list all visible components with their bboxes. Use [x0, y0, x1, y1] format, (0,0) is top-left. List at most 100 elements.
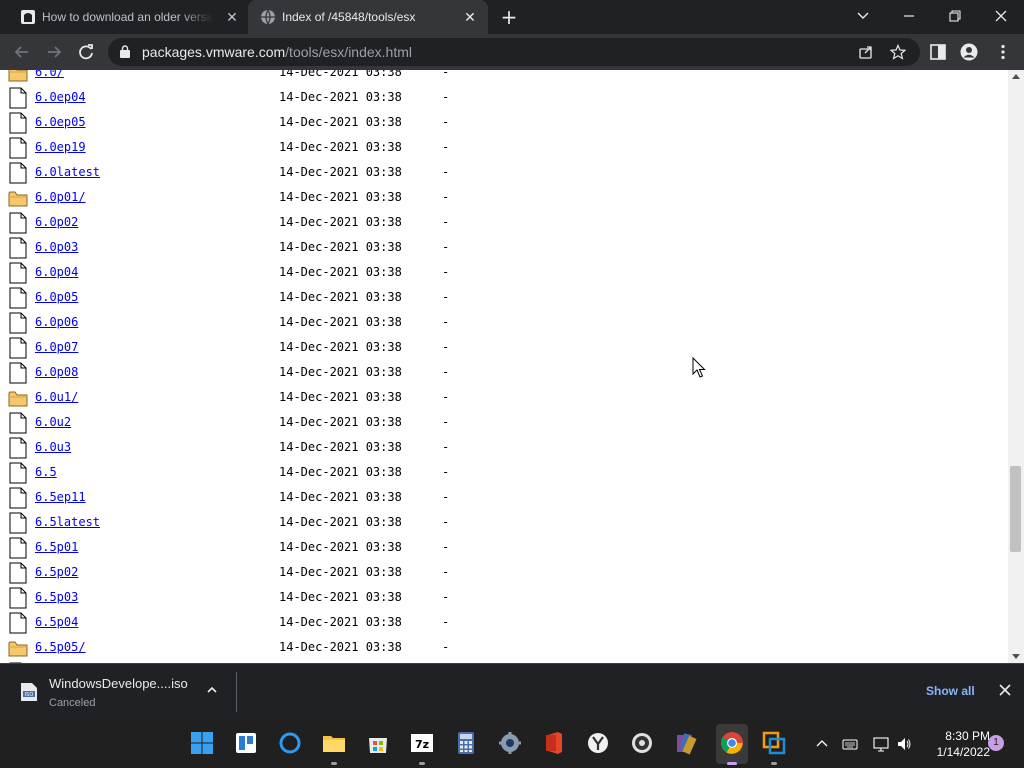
close-tab-icon[interactable]: ✕ — [462, 9, 478, 25]
entry-link[interactable]: 6.0p07 — [35, 340, 78, 354]
file-icon — [9, 87, 27, 109]
profile-icon[interactable] — [960, 43, 978, 61]
obs-button[interactable] — [627, 728, 657, 758]
notification-badge[interactable]: 1 — [988, 735, 1004, 751]
entry-link[interactable]: 6.0p08 — [35, 365, 78, 379]
entry-size: - — [442, 90, 450, 104]
entry-link[interactable]: 6.0ep04 — [35, 90, 86, 104]
forward-icon[interactable] — [43, 41, 65, 63]
scroll-thumb[interactable] — [1010, 466, 1021, 552]
cortana-button[interactable] — [275, 728, 305, 758]
entry-link[interactable]: 6.0ep19 — [35, 140, 86, 154]
lock-icon[interactable] — [120, 45, 130, 58]
entry-link[interactable]: 6.5p04 — [35, 615, 78, 629]
file-explorer-button[interactable] — [319, 728, 349, 758]
start-button[interactable] — [187, 728, 217, 758]
entry-link[interactable]: 6.0p04 — [35, 265, 78, 279]
tab-index-of[interactable]: Index of /45848/tools/esx ✕ — [248, 0, 488, 34]
entry-size: - — [442, 515, 450, 529]
entry-date: 14-Dec-2021 03:38 — [279, 165, 402, 179]
chevron-up-icon[interactable] — [206, 684, 218, 696]
entry-link[interactable]: 6.0p06 — [35, 315, 78, 329]
entry-link[interactable]: 6.5ep11 — [35, 490, 86, 504]
page-content: 6.0/14-Dec-2021 03:38 - 6.0ep04 14-Dec-2021… — [0, 70, 1008, 663]
entry-size: - — [442, 240, 450, 254]
close-window-icon[interactable] — [989, 6, 1013, 26]
menu-icon[interactable] — [994, 43, 1012, 61]
entry-link[interactable]: 6.5p03 — [35, 590, 78, 604]
restore-icon[interactable] — [943, 6, 967, 26]
tab-how-to-download[interactable]: How to download an older version ✕ — [8, 0, 248, 34]
entry-link[interactable]: 6.0u1/ — [35, 390, 78, 404]
reload-icon[interactable] — [75, 41, 97, 63]
network-icon[interactable] — [873, 736, 889, 752]
browser-toolbar: packages.vmware.com/tools/esx/index.html — [0, 34, 1024, 70]
address-bar[interactable]: packages.vmware.com/tools/esx/index.html — [108, 38, 920, 66]
entry-date: 14-Dec-2021 03:38 — [279, 540, 402, 554]
entry-date: 14-Dec-2021 03:38 — [279, 340, 402, 354]
entry-link[interactable]: 6.0u2 — [35, 415, 71, 429]
listing-row: 6.0p03 14-Dec-2021 03:38 - — [0, 236, 1008, 261]
entry-link[interactable]: 6.0ep05 — [35, 115, 86, 129]
tab-strip: How to download an older version ✕ Index… — [0, 0, 1024, 34]
download-item[interactable]: ISO WindowsDevelope....iso Canceled — [8, 670, 230, 714]
listing-row: 6.0ep19 14-Dec-2021 03:38 - — [0, 136, 1008, 161]
file-icon — [9, 162, 27, 184]
scroll-up-icon[interactable] — [1012, 74, 1020, 79]
entry-link[interactable]: 6.0p05 — [35, 290, 78, 304]
vmware-button[interactable] — [759, 728, 789, 758]
7zip-button[interactable]: 7z — [407, 728, 437, 758]
chrome-button[interactable] — [717, 728, 747, 758]
entry-link[interactable]: 6.0u3 — [35, 440, 71, 454]
file-icon — [9, 587, 27, 609]
winrar-button[interactable] — [671, 728, 701, 758]
task-view-button[interactable] — [231, 728, 261, 758]
entry-size: - — [442, 540, 450, 554]
calculator-button[interactable] — [451, 728, 481, 758]
show-all-downloads-button[interactable]: Show all — [926, 684, 975, 698]
file-icon — [9, 137, 27, 159]
entry-link[interactable]: 6.5p02 — [35, 565, 78, 579]
microsoft-store-button[interactable] — [363, 728, 393, 758]
listing-row: 6.5ep11 14-Dec-2021 03:38 - — [0, 486, 1008, 511]
url-host: packages.vmware.com — [142, 44, 286, 60]
entry-link[interactable]: 6.5p05/ — [35, 640, 86, 654]
chevron-up-icon[interactable] — [814, 736, 830, 752]
entry-link[interactable]: 6.0latest — [35, 165, 100, 179]
tab-title: Index of /45848/tools/esx — [282, 10, 416, 24]
yandex-button[interactable] — [583, 728, 613, 758]
file-icon — [9, 612, 27, 634]
volume-icon[interactable] — [896, 736, 912, 752]
yandex-icon — [588, 733, 608, 753]
office-button[interactable] — [539, 728, 569, 758]
entry-link[interactable]: 6.5latest — [35, 515, 100, 529]
vertical-scrollbar[interactable] — [1008, 70, 1024, 663]
back-icon[interactable] — [11, 41, 33, 63]
directory-listing: 6.0/14-Dec-2021 03:38 - 6.0ep04 14-Dec-2021… — [0, 70, 1008, 663]
entry-link[interactable]: 6.0p02 — [35, 215, 78, 229]
winrar-icon — [677, 733, 697, 755]
listing-row: 6.0u1/14-Dec-2021 03:38 - — [0, 386, 1008, 411]
url-text[interactable]: packages.vmware.com/tools/esx/index.html — [142, 44, 412, 60]
entry-link[interactable]: 6.5 — [35, 465, 57, 479]
keyboard-icon[interactable] — [842, 736, 858, 752]
new-tab-icon[interactable]: + — [499, 7, 519, 27]
settings-button[interactable] — [495, 728, 525, 758]
entry-date: 14-Dec-2021 03:38 — [279, 290, 402, 304]
scroll-down-icon[interactable] — [1012, 654, 1020, 659]
entry-link[interactable]: 6.0/ — [35, 70, 64, 79]
share-icon[interactable] — [858, 44, 874, 60]
side-panel-icon[interactable] — [929, 43, 947, 61]
system-clock[interactable]: 8:30 PM 1/14/2022 — [920, 728, 990, 760]
close-tab-icon[interactable]: ✕ — [224, 9, 240, 25]
minimize-icon[interactable] — [897, 6, 921, 26]
close-shelf-icon[interactable] — [998, 683, 1012, 697]
bookmark-star-icon[interactable] — [890, 44, 906, 60]
file-icon — [9, 287, 27, 309]
page-favicon-icon — [21, 10, 35, 24]
entry-link[interactable]: 6.5p01 — [35, 540, 78, 554]
tab-search-icon[interactable] — [851, 6, 875, 26]
entry-size: - — [442, 115, 450, 129]
entry-link[interactable]: 6.0p03 — [35, 240, 78, 254]
entry-link[interactable]: 6.0p01/ — [35, 190, 86, 204]
